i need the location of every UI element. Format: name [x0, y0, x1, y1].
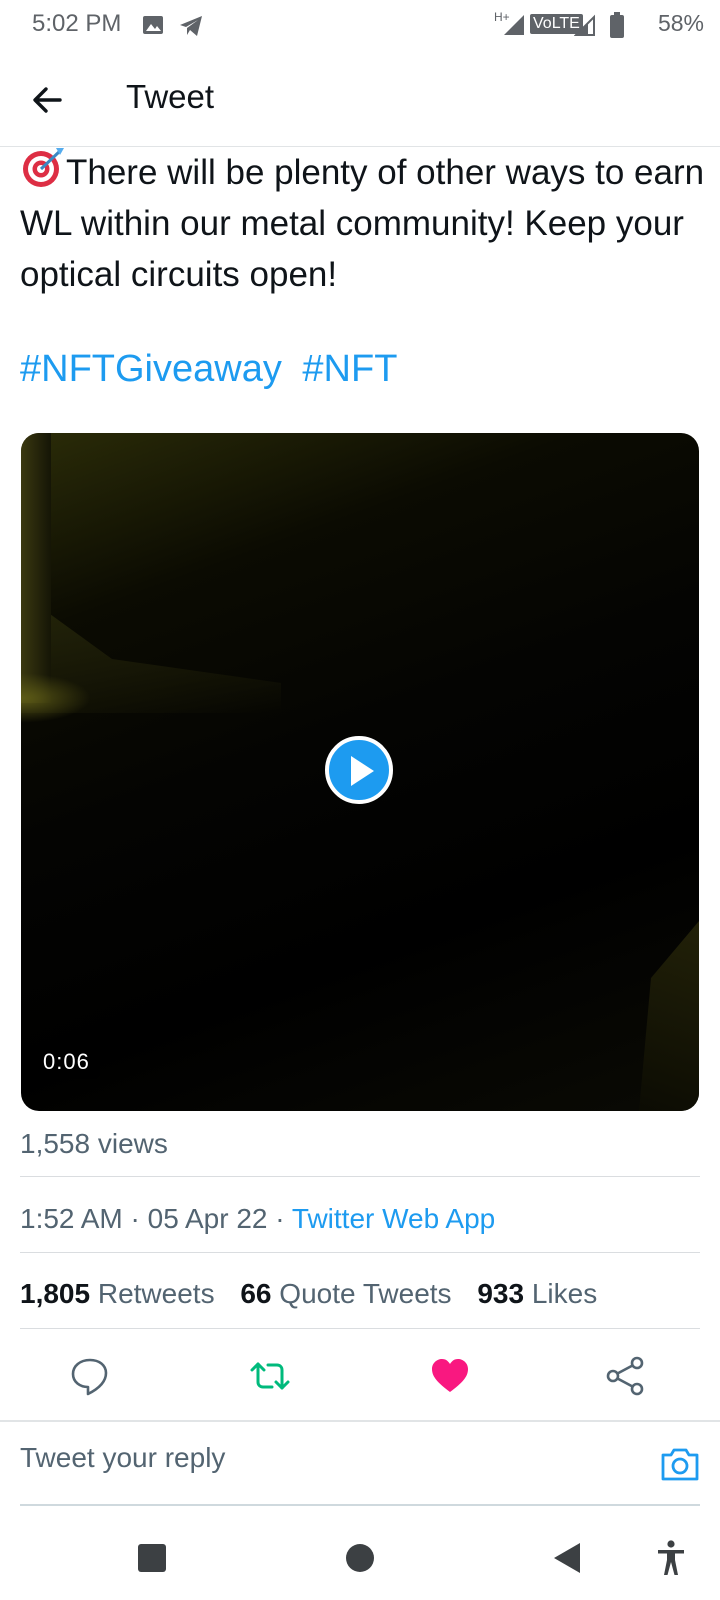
reply-composer: Tweet your reply — [0, 1420, 720, 1508]
image-icon — [142, 14, 164, 41]
hashtag-link-nftgiveaway[interactable]: #NFTGiveaway — [20, 348, 282, 390]
divider — [20, 1252, 700, 1253]
hashtag-link-nft[interactable]: #NFT — [302, 348, 397, 390]
tweet-source-link[interactable]: Twitter Web App — [292, 1203, 495, 1234]
tweet-body: There will be plenty of other ways to ea… — [20, 153, 705, 294]
direct-hit-target-icon — [20, 146, 66, 187]
reply-input[interactable]: Tweet your reply — [20, 1442, 225, 1474]
divider — [20, 1328, 700, 1329]
reply-input-underline — [20, 1504, 700, 1506]
reply-bubble-icon[interactable] — [68, 1354, 112, 1398]
likes-stat[interactable]: 933 Likes — [477, 1278, 597, 1309]
signal-icon — [502, 14, 526, 41]
quote-tweets-stat[interactable]: 66 Quote Tweets — [240, 1278, 451, 1309]
tweet-text: There will be plenty of other ways to ea… — [20, 146, 710, 300]
tweet-action-bar — [0, 1354, 720, 1410]
meta-separator-2: · — [275, 1203, 285, 1234]
divider — [20, 1176, 700, 1177]
retweets-stat[interactable]: 1,805 Retweets — [20, 1278, 215, 1309]
accessibility-icon[interactable] — [656, 1540, 686, 1581]
retweet-icon[interactable] — [248, 1354, 292, 1398]
video-frame-wall — [21, 433, 51, 703]
battery-icon — [610, 12, 624, 43]
likes-count: 933 — [477, 1278, 525, 1309]
retweets-label: Retweets — [97, 1278, 215, 1309]
video-duration: 0:06 — [33, 1045, 100, 1079]
quote-tweets-label: Quote Tweets — [279, 1278, 452, 1309]
top-app-bar: Tweet — [0, 52, 720, 147]
system-navigation-bar — [0, 1530, 720, 1600]
recents-button-icon[interactable] — [138, 1544, 166, 1572]
likes-label: Likes — [531, 1278, 598, 1309]
tweet-time: 1:52 AM — [20, 1203, 123, 1234]
home-button-icon[interactable] — [346, 1544, 374, 1572]
meta-separator: · — [130, 1203, 140, 1234]
retweets-count: 1,805 — [20, 1278, 91, 1309]
heart-icon[interactable] — [428, 1354, 472, 1398]
status-bar: 5:02 PM H+ VoLTE 58% — [0, 0, 720, 52]
back-button-icon[interactable] — [552, 1542, 582, 1579]
tweet-hashtags: #NFTGiveaway #NFT — [20, 348, 407, 391]
video-frame-rim — [21, 673, 91, 723]
battery-percent: 58% — [657, 10, 704, 36]
play-button[interactable] — [325, 736, 393, 804]
video-frame-corner — [639, 921, 699, 1111]
view-count[interactable]: 1,558 views — [20, 1128, 168, 1160]
camera-icon[interactable] — [660, 1446, 700, 1482]
video-player[interactable]: 0:06 — [21, 433, 699, 1111]
status-time: 5:02 PM — [32, 10, 122, 37]
engagement-stats: 1,805 Retweets 66 Quote Tweets 933 Likes — [20, 1278, 615, 1310]
share-icon[interactable] — [604, 1354, 648, 1398]
tweet-meta: 1:52 AM · 05 Apr 22 · Twitter Web App — [20, 1203, 495, 1235]
play-icon — [351, 756, 374, 786]
tweet-date: 05 Apr 22 — [147, 1203, 268, 1234]
telegram-icon — [178, 14, 204, 43]
quote-tweets-count: 66 — [240, 1278, 272, 1309]
signal-icon-2 — [573, 14, 596, 41]
page-title: Tweet — [126, 78, 215, 115]
back-arrow-icon[interactable] — [28, 78, 72, 122]
